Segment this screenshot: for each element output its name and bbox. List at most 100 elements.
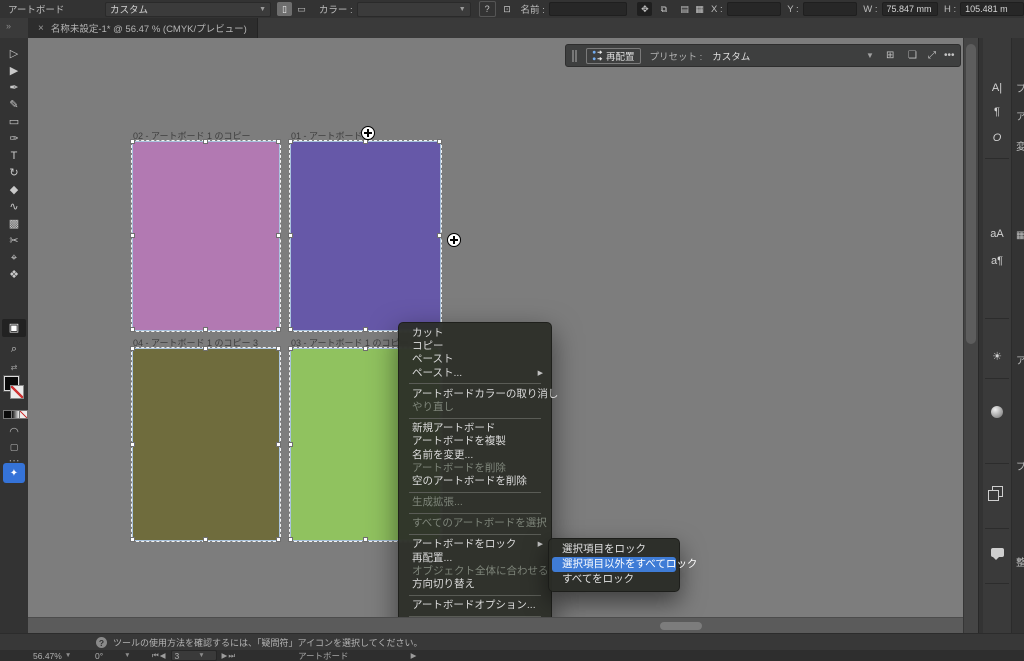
selection-handle[interactable] xyxy=(288,346,293,351)
rotation-dropdown[interactable]: 0° ▼ xyxy=(92,651,138,661)
document-tab[interactable]: × 名称未設定-1* @ 56.47 % (CMYK/プレビュー) xyxy=(28,18,258,38)
gradient-panel-icon[interactable] xyxy=(983,406,1011,421)
duplicate-icon[interactable]: ⧉ xyxy=(656,2,671,16)
zoom-level-dropdown[interactable]: 56.47% ▼ xyxy=(30,651,80,661)
rectangle-tool[interactable]: ▭ xyxy=(0,114,28,130)
menu-item-ペースト[interactable]: ペースト xyxy=(399,353,551,366)
selection-handle[interactable] xyxy=(130,327,135,332)
landscape-orientation-button[interactable]: ▭ xyxy=(294,2,309,16)
close-tab-icon[interactable]: × xyxy=(38,23,44,34)
width-input[interactable]: 75.847 mm xyxy=(882,2,938,16)
stroke-color-swatch[interactable] xyxy=(10,385,24,399)
menu-item-アートボードを複製[interactable]: アートボードを複製 xyxy=(399,435,551,448)
selection-handle[interactable] xyxy=(288,233,293,238)
selection-handle[interactable] xyxy=(437,233,442,238)
selection-handle[interactable] xyxy=(276,139,281,144)
artboard-2[interactable] xyxy=(291,142,440,330)
selection-handle[interactable] xyxy=(130,537,135,542)
paragraph-styles-panel-icon[interactable]: a¶ xyxy=(983,255,1011,267)
opentype-panel-icon[interactable]: O xyxy=(983,132,1011,144)
pen-tool[interactable]: ✒ xyxy=(0,80,28,96)
rotate-tool[interactable]: ↻ xyxy=(0,165,28,181)
submenu-item-すべてをロック[interactable]: すべてをロック xyxy=(552,572,676,587)
duplicate-artboard-button[interactable]: ❏ xyxy=(908,50,917,61)
shaper-tool[interactable]: ◆ xyxy=(0,182,28,198)
menu-item-アートボードカラーの取り消し[interactable]: アートボードカラーの取り消し xyxy=(399,388,551,401)
selection-handle[interactable] xyxy=(288,327,293,332)
selection-handle[interactable] xyxy=(130,442,135,447)
type-tool[interactable]: T xyxy=(0,148,28,164)
selection-handle[interactable] xyxy=(276,327,281,332)
selection-handle[interactable] xyxy=(276,537,281,542)
glyphs-panel-icon[interactable]: aA xyxy=(983,228,1011,240)
artboard-name-input[interactable] xyxy=(549,2,628,16)
question-mark-icon[interactable]: ? xyxy=(96,637,107,648)
preset-value[interactable]: カスタム xyxy=(712,49,750,63)
selection-handle[interactable] xyxy=(276,442,281,447)
zoom-tool[interactable]: ⌕ xyxy=(0,341,28,357)
gradient-tool[interactable]: ▩ xyxy=(0,216,28,232)
next-artboard-icon[interactable]: ▶ xyxy=(222,651,229,660)
menu-item-名前を変更[interactable]: 名前を変更... xyxy=(399,449,551,462)
blend-tool[interactable]: ❖ xyxy=(0,267,28,283)
selection-handle[interactable] xyxy=(288,442,293,447)
move-anchor-icon[interactable]: ✥ xyxy=(637,2,652,16)
status-panel-arrow-icon[interactable]: ▶ xyxy=(411,651,418,660)
menu-item-アートボードオプション[interactable]: アートボードオプション... xyxy=(399,599,551,612)
scissors-tool[interactable]: ✂ xyxy=(0,233,28,249)
y-input[interactable] xyxy=(803,2,858,16)
vertical-scrollbar[interactable] xyxy=(963,38,979,633)
appearance-panel-icon[interactable]: ☀ xyxy=(983,350,1011,363)
selection-handle[interactable] xyxy=(203,327,208,332)
character-panel-icon[interactable]: A| xyxy=(983,82,1011,94)
artboard-options-icon[interactable]: ▤ xyxy=(677,2,692,16)
draw-mode-icon[interactable]: ◠ xyxy=(0,424,28,440)
none-mode-icon[interactable] xyxy=(19,410,28,419)
paragraph-panel-icon[interactable]: ¶ xyxy=(983,106,1011,118)
selection-handle[interactable] xyxy=(437,139,442,144)
artboard-color-dropdown[interactable]: ▼ xyxy=(357,2,471,17)
last-artboard-icon[interactable]: ⏭ xyxy=(228,651,236,661)
menu-item-再配置[interactable]: 再配置... xyxy=(399,552,551,565)
menu-item-アートボードをロック[interactable]: アートボードをロック▶ xyxy=(399,538,551,551)
vertical-scrollbar-thumb[interactable] xyxy=(966,44,976,344)
selection-handle[interactable] xyxy=(130,346,135,351)
layers-panel-icon[interactable] xyxy=(983,486,1011,500)
width-tool[interactable]: ∿ xyxy=(0,199,28,215)
selection-handle[interactable] xyxy=(203,346,208,351)
eyedropper-tool[interactable]: ⌖ xyxy=(0,250,28,266)
panel-options-icon[interactable]: ⊡ xyxy=(500,2,515,16)
paintbrush-tool[interactable]: ✑ xyxy=(0,131,28,147)
selection-handle[interactable] xyxy=(288,139,293,144)
horizontal-scrollbar[interactable] xyxy=(28,617,963,634)
first-artboard-icon[interactable]: ⏮ xyxy=(152,651,160,661)
selection-handle[interactable] xyxy=(363,537,368,542)
direct-selection-tool[interactable]: ▶ xyxy=(0,63,28,79)
more-options-button[interactable]: ••• xyxy=(944,50,955,61)
grid-layout-icon[interactable]: ▦ xyxy=(692,2,707,16)
contextual-task-button[interactable]: ✦ xyxy=(3,463,25,483)
menu-item-ペースト[interactable]: ペースト...▶ xyxy=(399,367,551,380)
previous-artboard-icon[interactable]: ◀ xyxy=(160,651,167,660)
artboard-number-dropdown[interactable]: 3 ▼ xyxy=(171,650,217,661)
menu-item-空のアートボードを削除[interactable]: 空のアートボードを削除 xyxy=(399,475,551,488)
horizontal-scrollbar-thumb[interactable] xyxy=(660,622,702,630)
toolbar-collapse-icon[interactable]: » xyxy=(6,21,11,31)
height-input[interactable]: 105.481 m xyxy=(960,2,1024,16)
selection-handle[interactable] xyxy=(203,537,208,542)
submenu-item-選択項目以外をすべてロック[interactable]: 選択項目以外をすべてロック xyxy=(552,557,676,572)
selection-handle[interactable] xyxy=(363,327,368,332)
comments-panel-icon[interactable] xyxy=(983,548,1011,560)
artboard-1[interactable] xyxy=(133,142,279,330)
menu-item-カット[interactable]: カット xyxy=(399,327,551,340)
rearrange-button[interactable]: 再配置 xyxy=(586,48,641,64)
curvature-tool[interactable]: ✎ xyxy=(0,97,28,113)
portrait-orientation-button[interactable]: ▯ xyxy=(277,2,292,16)
selection-handle[interactable] xyxy=(130,233,135,238)
submenu-item-選択項目をロック[interactable]: 選択項目をロック xyxy=(552,542,676,557)
selection-handle[interactable] xyxy=(130,139,135,144)
selection-tool[interactable]: ▷ xyxy=(0,46,28,62)
canvas[interactable]: 02 - アートボード 1 のコピー01 - アートボード 104 - アートボ… xyxy=(28,38,963,633)
artboard-3[interactable] xyxy=(133,349,279,540)
artboard-preset-dropdown[interactable]: カスタム ▼ xyxy=(105,2,271,17)
